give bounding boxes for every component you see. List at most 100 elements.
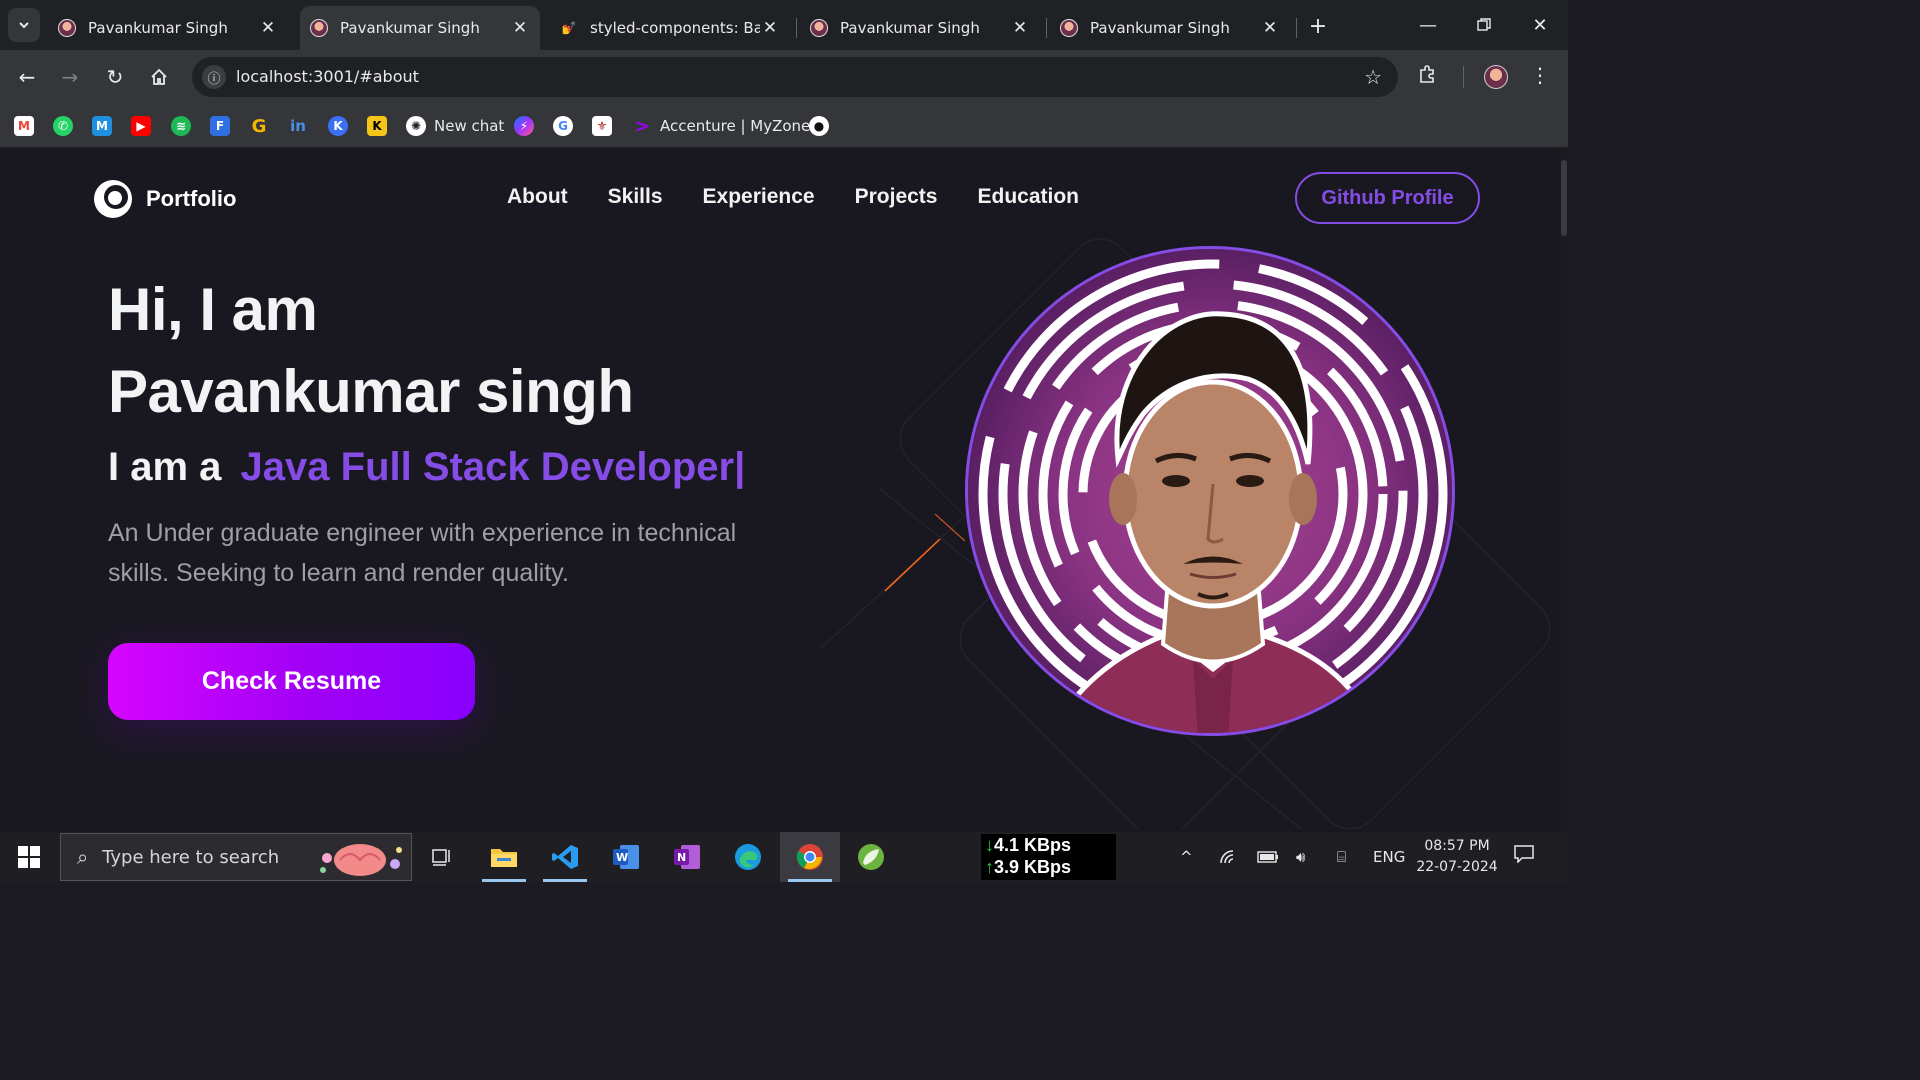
windows-taskbar: ⌕ Type here to search W N ↓4.1 KBps ↑3.9	[0, 832, 1568, 882]
close-tab-icon[interactable]: ✕	[1260, 18, 1280, 38]
menu-kebab-icon[interactable]: ⋮	[1530, 63, 1550, 87]
clock-date: 22-07-2024	[1416, 859, 1498, 875]
language-indicator[interactable]: ENG	[1373, 832, 1405, 882]
upload-arrow-icon: ↑	[985, 857, 994, 877]
bookmark-linkedin[interactable]: in	[288, 113, 308, 139]
url-text[interactable]: localhost:3001/#about	[236, 67, 419, 86]
close-tab-icon[interactable]: ✕	[1010, 18, 1030, 38]
bookmark-m[interactable]: M	[92, 113, 112, 139]
download-arrow-icon: ↓	[985, 835, 994, 855]
scrollbar-thumb[interactable]	[1561, 160, 1567, 236]
extensions-icon[interactable]	[1418, 64, 1438, 89]
svg-text:N: N	[677, 851, 686, 864]
minimize-icon[interactable]: —	[1400, 0, 1456, 50]
bookmark-k-blue[interactable]: K	[328, 113, 348, 139]
browser-tab[interactable]: Pavankumar Singh ✕	[1050, 6, 1290, 50]
nav-link-projects[interactable]: Projects	[855, 185, 938, 209]
search-highlight-icon	[320, 844, 402, 876]
taskbar-search[interactable]: ⌕ Type here to search	[60, 833, 412, 881]
bookmark-accenture[interactable]: > Accenture | MyZone	[632, 113, 810, 139]
word-icon[interactable]: W	[596, 832, 656, 882]
browser-tab[interactable]: Pavankumar Singh ✕	[48, 6, 288, 50]
tab-separator	[1296, 18, 1297, 38]
close-tab-icon[interactable]: ✕	[510, 18, 530, 38]
vscode-icon[interactable]	[535, 832, 595, 882]
hero-description: An Under graduate engineer with experien…	[108, 519, 737, 587]
browser-tab[interactable]: Pavankumar Singh ✕	[800, 6, 1040, 50]
browser-tab-active[interactable]: Pavankumar Singh ✕	[300, 6, 540, 50]
reload-icon[interactable]: ↻	[98, 60, 132, 94]
task-view-icon[interactable]	[412, 832, 472, 882]
avatar-favicon-icon	[58, 19, 76, 37]
site-info-icon[interactable]: ⓘ	[202, 65, 226, 89]
check-resume-button[interactable]: Check Resume	[108, 643, 475, 720]
restore-icon[interactable]	[1456, 0, 1512, 50]
bookmark-gmail[interactable]: M	[14, 113, 34, 139]
github-icon: ●	[809, 116, 829, 136]
close-window-icon[interactable]: ✕	[1512, 0, 1568, 50]
bookmark-star-icon[interactable]: ☆	[1364, 65, 1382, 89]
main-nav: About Skills Experience Projects Educati…	[507, 185, 1079, 209]
styled-components-favicon-icon: 💅	[561, 21, 577, 35]
spring-tool-icon[interactable]	[841, 832, 901, 882]
bookmark-f[interactable]: F	[210, 113, 230, 139]
windows-start-icon[interactable]	[0, 832, 58, 882]
system-clock[interactable]: 08:57 PM 22-07-2024	[1412, 836, 1502, 878]
volume-icon[interactable]: 🔊︎	[1296, 832, 1305, 882]
bookmark-spotify[interactable]: ≋	[171, 113, 191, 139]
bookmark-k[interactable]: K	[367, 113, 387, 139]
site-logo[interactable]: Portfolio	[92, 178, 236, 220]
back-icon[interactable]: ←	[10, 60, 44, 94]
github-profile-button[interactable]: Github Profile	[1295, 172, 1480, 224]
profile-avatar-icon[interactable]	[1484, 65, 1508, 89]
tab-search-button[interactable]	[8, 8, 40, 42]
spotify-icon: ≋	[171, 116, 191, 136]
address-bar[interactable]: ⓘ localhost:3001/#about ☆	[192, 57, 1398, 97]
profile-photo	[965, 246, 1455, 736]
wifi-icon[interactable]	[1219, 832, 1239, 882]
bookmark-f-icon: F	[210, 116, 230, 136]
upload-speed: 3.9 KBps	[994, 857, 1072, 877]
nav-link-skills[interactable]: Skills	[608, 185, 663, 209]
nav-link-experience[interactable]: Experience	[703, 185, 815, 209]
bookmark-label: New chat	[434, 117, 505, 135]
edge-icon[interactable]	[718, 832, 778, 882]
app-running-indicator	[788, 879, 832, 882]
forward-icon[interactable]: →	[53, 60, 87, 94]
avatar-favicon-icon	[810, 19, 828, 37]
nav-link-education[interactable]: Education	[977, 185, 1079, 209]
openai-icon: ✺	[406, 116, 426, 136]
bookmark-google[interactable]: G	[553, 113, 573, 139]
download-speed: 4.1 KBps	[994, 835, 1072, 855]
search-icon: ⌕	[77, 845, 89, 869]
onenote-icon[interactable]: N	[657, 832, 717, 882]
notification-center-icon[interactable]	[1514, 844, 1534, 868]
page-scrollbar[interactable]	[1560, 149, 1568, 832]
nav-link-about[interactable]: About	[507, 185, 568, 209]
close-tab-icon[interactable]: ✕	[760, 18, 780, 38]
network-speed-widget: ↓4.1 KBps ↑3.9 KBps	[981, 834, 1116, 880]
close-tab-icon[interactable]: ✕	[258, 18, 278, 38]
toolbar-divider	[1463, 66, 1464, 88]
home-icon[interactable]	[142, 60, 176, 94]
browser-tab[interactable]: 💅 styled-components: Basic ✕	[550, 6, 790, 50]
tab-title: Pavankumar Singh	[1090, 19, 1230, 37]
bookmark-g[interactable]: G	[249, 113, 269, 139]
bookmark-youtube[interactable]: ▶	[131, 113, 151, 139]
hero-name: Pavankumar singh	[108, 358, 634, 425]
chrome-icon[interactable]	[780, 832, 840, 882]
new-tab-icon[interactable]: +	[1304, 12, 1332, 40]
file-explorer-icon[interactable]	[474, 832, 534, 882]
bookmark-new-chat[interactable]: ✺ New chat	[406, 113, 504, 139]
role-typewriter: Java Full Stack Developer	[240, 445, 735, 489]
bookmark-emblem[interactable]: ⚜	[592, 113, 612, 139]
bookmark-github[interactable]: ●	[809, 113, 829, 139]
avatar-favicon-icon	[310, 19, 328, 37]
search-placeholder: Type here to search	[102, 846, 280, 868]
meet-now-icon[interactable]: ⌸	[1337, 832, 1346, 882]
bookmark-whatsapp[interactable]: ✆	[53, 113, 73, 139]
tray-chevron-icon[interactable]: ^	[1180, 832, 1193, 882]
linkedin-icon: in	[290, 117, 306, 135]
battery-icon[interactable]	[1257, 832, 1279, 882]
bookmark-messenger[interactable]: ⚡	[514, 113, 534, 139]
